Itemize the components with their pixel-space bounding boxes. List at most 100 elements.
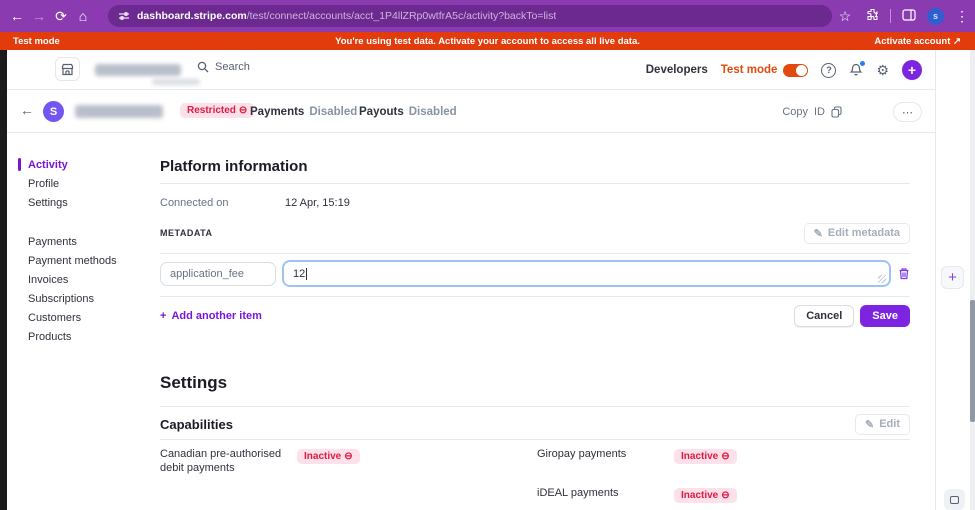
payouts-status: PayoutsDisabled	[359, 106, 457, 118]
sidebar-item-payment-methods[interactable]: Payment methods	[7, 251, 157, 270]
window-left-edge	[0, 50, 7, 510]
settings-divider	[160, 406, 910, 407]
account-avatar: S	[43, 101, 64, 122]
business-switcher-button[interactable]	[55, 57, 80, 81]
payments-label: Payments	[250, 106, 304, 118]
dashboard-topbar: Search Developers Test mode ? ⚙ +	[7, 50, 935, 90]
copy-icon	[831, 106, 842, 118]
screen: ← → ⟳ ⌂ dashboard.stripe.com/test/connec…	[0, 0, 975, 510]
metadata-divider-top	[160, 253, 910, 254]
id-label: ID	[814, 106, 825, 118]
scrollbar-thumb[interactable]	[970, 300, 975, 422]
scrollbar-track[interactable]	[970, 50, 975, 510]
url-path: /test/connect/accounts/acct_1P4llZRp0wtf…	[247, 10, 557, 22]
account-overflow-button[interactable]: ⋯	[893, 102, 922, 122]
sidebar-item-invoices[interactable]: Invoices	[7, 270, 157, 289]
sidebar-item-customers[interactable]: Customers	[7, 308, 157, 327]
activate-account-label: Activate account	[874, 36, 950, 47]
notification-dot	[860, 61, 865, 66]
browser-toolbar: ← → ⟳ ⌂ dashboard.stripe.com/test/connec…	[0, 0, 975, 32]
search-placeholder: Search	[215, 61, 250, 73]
toolbar-divider	[890, 9, 891, 23]
search-input[interactable]: Search	[197, 61, 250, 73]
rail-add-button[interactable]: +	[941, 266, 964, 289]
chat-widget-button[interactable]	[944, 489, 965, 510]
edit-metadata-button[interactable]: ✎ Edit metadata	[804, 223, 910, 244]
browser-home-icon[interactable]: ⌂	[72, 8, 94, 24]
minus-circle-icon: ⊖	[721, 490, 729, 501]
capabilities-grid: Canadian pre-authorised debit payments I…	[160, 448, 910, 503]
search-icon	[197, 61, 209, 73]
business-name-redacted[interactable]	[95, 64, 181, 76]
metadata-editor-row: 12	[160, 260, 910, 287]
add-another-item-link[interactable]: +Add another item	[160, 310, 262, 322]
test-mode-toggle[interactable]	[783, 64, 808, 77]
back-arrow-icon[interactable]: ←	[20, 102, 34, 118]
browser-actions: ☆ s ⋮	[836, 0, 971, 32]
metadata-divider-bottom	[160, 296, 910, 297]
inactive-label: Inactive	[681, 451, 718, 462]
browser-back-icon[interactable]: ←	[6, 8, 28, 24]
edit-capabilities-button[interactable]: ✎Edit	[855, 414, 910, 435]
test-mode-toggle-group[interactable]: Test mode	[721, 64, 809, 77]
side-panel-icon[interactable]	[900, 8, 918, 24]
developers-link[interactable]: Developers	[646, 64, 708, 76]
notifications-button[interactable]	[849, 63, 863, 77]
stripe-dashboard: Search Developers Test mode ? ⚙ + ← S	[7, 50, 935, 510]
inactive-label: Inactive	[681, 490, 718, 501]
section-divider	[160, 183, 910, 184]
page-body: Activity Profile Settings Payments Payme…	[7, 133, 935, 510]
address-bar[interactable]: dashboard.stripe.com/test/connect/accoun…	[108, 5, 832, 27]
main-content: Platform information Connected on 12 Apr…	[160, 133, 910, 503]
sidebar-item-payments[interactable]: Payments	[7, 232, 157, 251]
url-domain: dashboard.stripe.com	[137, 10, 247, 22]
site-settings-icon[interactable]	[118, 10, 130, 22]
metadata-key-input[interactable]	[160, 262, 276, 286]
trash-icon	[898, 267, 910, 280]
payouts-value: Disabled	[409, 106, 457, 118]
capability-row: iDEAL payments Inactive⊖	[537, 487, 910, 503]
browser-profile-avatar[interactable]: s	[927, 8, 944, 25]
bookmark-star-icon[interactable]: ☆	[836, 8, 854, 25]
sidebar-item-settings[interactable]: Settings	[7, 193, 157, 212]
pencil-icon: ✎	[814, 227, 823, 240]
copy-label: Copy	[782, 106, 808, 118]
payments-value: Disabled	[309, 106, 357, 118]
metadata-value-input[interactable]: 12	[282, 260, 891, 287]
sidebar-group-account: Activity Profile Settings	[7, 155, 157, 212]
banner-message: You're using test data. Activate your ac…	[0, 36, 975, 47]
edit-metadata-label: Edit metadata	[828, 227, 900, 239]
sidebar-item-activity[interactable]: Activity	[7, 155, 157, 174]
edit-capabilities-label: Edit	[879, 418, 900, 430]
text-cursor	[306, 268, 307, 280]
payments-status: Payments Disabled	[250, 106, 357, 118]
settings-gear-icon[interactable]: ⚙	[876, 62, 889, 79]
cancel-button[interactable]: Cancel	[794, 305, 854, 327]
connected-on-label: Connected on	[160, 197, 285, 209]
capability-name: Giropay payments	[537, 448, 674, 462]
chat-icon	[950, 496, 959, 504]
restricted-label: Restricted	[187, 105, 236, 116]
sidebar-group-resources: Payments Payment methods Invoices Subscr…	[7, 232, 157, 346]
create-new-button[interactable]: +	[902, 60, 922, 80]
delete-metadata-row-button[interactable]	[898, 267, 910, 280]
resize-grip[interactable]	[878, 275, 886, 283]
sidebar-item-profile[interactable]: Profile	[7, 174, 157, 193]
help-icon[interactable]: ?	[821, 63, 836, 78]
save-button[interactable]: Save	[860, 305, 910, 327]
sidebar-item-products[interactable]: Products	[7, 327, 157, 346]
activate-account-link[interactable]: Activate account ↗	[874, 36, 961, 47]
inactive-status-badge: Inactive⊖	[674, 449, 737, 464]
topbar-actions: Developers Test mode ? ⚙ +	[646, 50, 922, 90]
inactive-status-badge: Inactive⊖	[297, 449, 360, 464]
browser-forward-icon[interactable]: →	[28, 8, 50, 24]
sidebar-item-subscriptions[interactable]: Subscriptions	[7, 289, 157, 308]
browser-refresh-icon[interactable]: ⟳	[50, 8, 72, 25]
extensions-puzzle-icon[interactable]	[863, 8, 881, 24]
connected-on-row: Connected on 12 Apr, 15:19	[160, 197, 910, 209]
copy-id-button[interactable]: Copy ID	[782, 106, 842, 118]
minus-circle-icon: ⊖	[721, 451, 729, 462]
redacted-subtext	[152, 79, 200, 85]
browser-menu-kebab-icon[interactable]: ⋮	[953, 8, 971, 25]
capabilities-divider	[160, 439, 910, 440]
